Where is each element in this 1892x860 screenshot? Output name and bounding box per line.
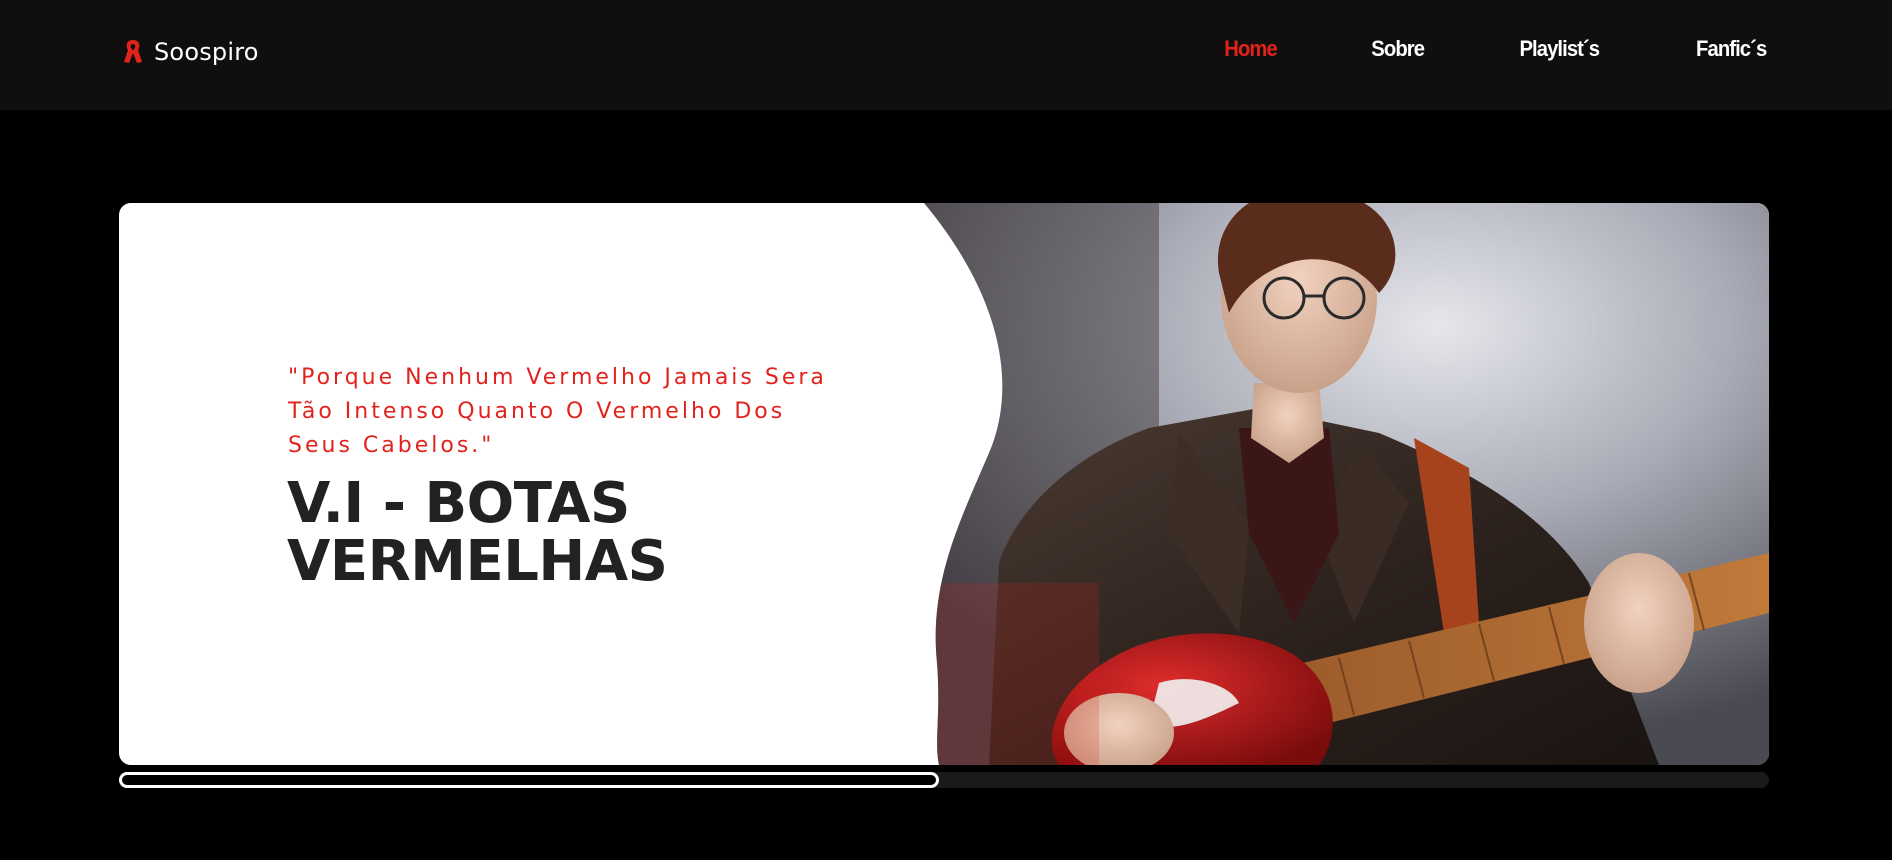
- top-navbar: Soospiro Home Sobre Playlist´s Fanfic´s: [0, 0, 1892, 110]
- slider-progress-fill: [119, 772, 940, 788]
- hero-quote: "Porque Nenhum Vermelho Jamais Sera Tão …: [288, 365, 827, 458]
- hero-slide: "Porque Nenhum Vermelho Jamais Sera Tão …: [119, 203, 1769, 765]
- hero-title-line-2: VERMELHAS: [287, 529, 668, 594]
- hero-title-line-1: V.I - BOTAS: [287, 471, 630, 536]
- slider-progress-track[interactable]: [119, 772, 1769, 788]
- brand-name: Soospiro: [154, 38, 259, 66]
- red-ribbon-icon: [124, 40, 142, 63]
- nav-link-playlists[interactable]: Playlist´s: [1519, 36, 1600, 62]
- nav-link-home[interactable]: Home: [1224, 36, 1277, 62]
- brand-logo-link[interactable]: Soospiro: [122, 38, 259, 66]
- nav-link-fanfics[interactable]: Fanfic´s: [1696, 36, 1767, 62]
- main-nav: Home Sobre Playlist´s Fanfic´s: [1222, 36, 1769, 62]
- hero-title: V.I - BOTAS VERMELHAS: [287, 475, 847, 591]
- nav-link-sobre[interactable]: Sobre: [1371, 36, 1425, 62]
